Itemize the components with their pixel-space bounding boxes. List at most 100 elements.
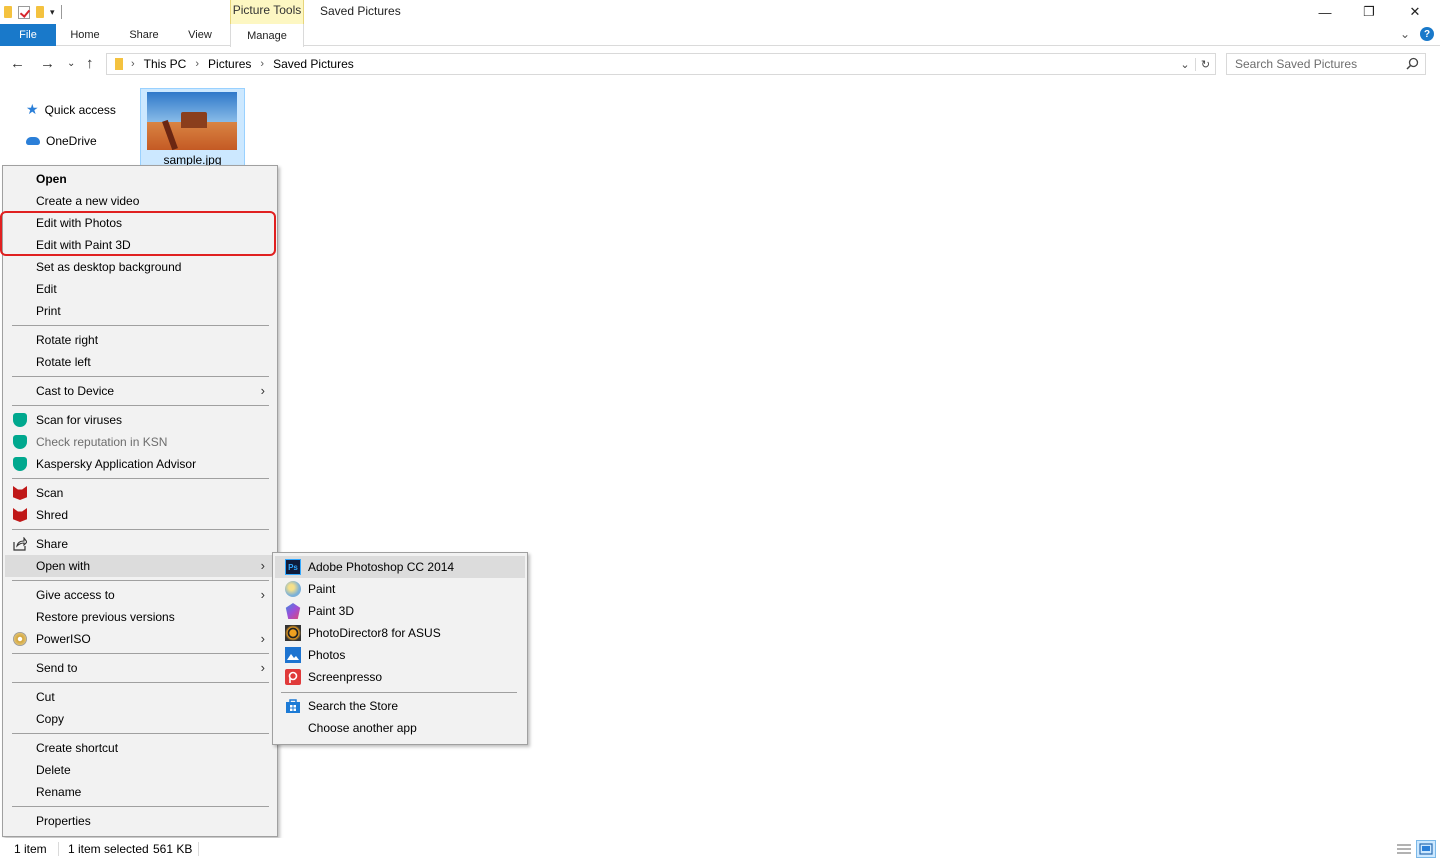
menu-properties[interactable]: Properties xyxy=(5,810,275,832)
menu-print[interactable]: Print xyxy=(5,300,275,322)
menu-open[interactable]: Open xyxy=(5,168,275,190)
chevron-right-icon: › xyxy=(260,383,265,398)
menu-restore-previous-versions[interactable]: Restore previous versions xyxy=(5,606,275,628)
minimize-button[interactable]: — xyxy=(1302,0,1348,24)
ribbon: File Home Share View Manage ⌄ ? xyxy=(0,24,1440,47)
menu-set-desktop-background[interactable]: Set as desktop background xyxy=(5,256,275,278)
recent-locations-icon[interactable]: ⌄ xyxy=(67,58,75,69)
breadcrumb-pictures[interactable]: Pictures xyxy=(208,57,251,71)
chevron-right-icon: › xyxy=(260,631,265,646)
submenu-label: Paint 3D xyxy=(308,604,355,618)
menu-create-video[interactable]: Create a new video xyxy=(5,190,275,212)
kaspersky-shield-icon xyxy=(13,413,27,427)
menu-separator xyxy=(12,682,269,683)
search-placeholder: Search Saved Pictures xyxy=(1235,57,1358,71)
file-item-selected[interactable]: sample.jpg xyxy=(140,88,245,167)
chevron-right-icon[interactable]: › xyxy=(195,58,199,70)
submenu-label: Photos xyxy=(308,648,346,662)
nav-item-label: Quick access xyxy=(44,102,116,117)
status-item-count: 1 item xyxy=(14,842,47,856)
nav-item-label: OneDrive xyxy=(46,134,97,148)
menu-copy[interactable]: Copy xyxy=(5,708,275,730)
menu-cast-to-device[interactable]: Cast to Device › xyxy=(5,380,275,402)
qat-separator xyxy=(60,5,62,19)
menu-poweriso[interactable]: PowerISO › xyxy=(5,628,275,650)
tab-manage[interactable]: Manage xyxy=(230,24,304,47)
up-arrow-icon[interactable]: ↑ xyxy=(86,55,94,72)
menu-label: Properties xyxy=(36,814,91,828)
submenu-choose-another-app[interactable]: Choose another app xyxy=(275,717,525,739)
menu-rename[interactable]: Rename xyxy=(5,781,275,803)
submenu-paint[interactable]: Paint xyxy=(275,578,525,600)
menu-label: Copy xyxy=(36,712,65,726)
menu-separator xyxy=(12,478,269,479)
menu-label: Kaspersky Application Advisor xyxy=(36,457,197,471)
submenu-photos[interactable]: Photos xyxy=(275,644,525,666)
submenu-paint3d[interactable]: Paint 3D xyxy=(275,600,525,622)
folder-icon xyxy=(115,58,123,70)
submenu-label: Choose another app xyxy=(308,721,417,735)
menu-open-with[interactable]: Open with › xyxy=(5,555,275,577)
tab-view[interactable]: View xyxy=(176,24,224,46)
chevron-right-icon: › xyxy=(260,587,265,602)
menu-share[interactable]: Share xyxy=(5,533,275,555)
menu-label: Scan for viruses xyxy=(36,413,123,427)
menu-give-access-to[interactable]: Give access to › xyxy=(5,584,275,606)
folder-icon xyxy=(4,6,12,18)
search-input[interactable]: Search Saved Pictures xyxy=(1226,53,1426,75)
cloud-icon xyxy=(26,137,40,145)
status-selected: 1 item selected xyxy=(68,842,149,856)
tab-share[interactable]: Share xyxy=(118,24,170,46)
collapse-ribbon-icon[interactable]: ⌄ xyxy=(1400,27,1410,41)
menu-cut[interactable]: Cut xyxy=(5,686,275,708)
context-menu: Open Create a new video Edit with Photos… xyxy=(2,165,278,837)
new-folder-icon[interactable] xyxy=(36,6,44,18)
submenu-label: Screenpresso xyxy=(308,670,383,684)
menu-label: Send to xyxy=(36,661,78,675)
chevron-right-icon[interactable]: › xyxy=(131,58,135,70)
nav-quick-access[interactable]: ★ Quick access xyxy=(26,101,116,118)
address-bar[interactable]: › This PC › Pictures › Saved Pictures ⌄ … xyxy=(106,53,1216,75)
address-dropdown-icon[interactable]: ⌄ xyxy=(1175,58,1195,71)
submenu-photoshop[interactable]: Ps Adobe Photoshop CC 2014 xyxy=(275,556,525,578)
submenu-label: PhotoDirector8 for ASUS xyxy=(308,626,441,640)
tab-file[interactable]: File xyxy=(0,24,56,46)
menu-shred[interactable]: Shred xyxy=(5,504,275,526)
submenu-screenpresso[interactable]: Screenpresso xyxy=(275,666,525,688)
tab-home[interactable]: Home xyxy=(60,24,110,46)
menu-check-reputation-ksn[interactable]: Check reputation in KSN xyxy=(5,431,275,453)
menu-rotate-left[interactable]: Rotate left xyxy=(5,351,275,373)
restore-button[interactable]: ❐ xyxy=(1346,0,1392,24)
ribbon-controls: ⌄ ? xyxy=(1400,27,1434,41)
chevron-right-icon[interactable]: › xyxy=(260,58,264,70)
menu-create-shortcut[interactable]: Create shortcut xyxy=(5,737,275,759)
menu-scan[interactable]: Scan xyxy=(5,482,275,504)
menu-delete[interactable]: Delete xyxy=(5,759,275,781)
submenu-photodirector[interactable]: PhotoDirector8 for ASUS xyxy=(275,622,525,644)
help-icon[interactable]: ? xyxy=(1420,27,1434,41)
details-view-button[interactable] xyxy=(1394,840,1414,858)
submenu-search-store[interactable]: Search the Store xyxy=(275,695,525,717)
properties-icon[interactable] xyxy=(18,5,30,19)
menu-scan-for-viruses[interactable]: Scan for viruses xyxy=(5,409,275,431)
back-arrow-icon[interactable]: ← xyxy=(10,55,25,72)
status-separator xyxy=(198,842,199,856)
menu-kaspersky-advisor[interactable]: Kaspersky Application Advisor xyxy=(5,453,275,475)
forward-arrow-icon[interactable]: → xyxy=(40,55,55,72)
nav-onedrive[interactable]: OneDrive xyxy=(26,134,97,148)
breadcrumb-saved-pictures[interactable]: Saved Pictures xyxy=(273,57,354,71)
breadcrumb-this-pc[interactable]: This PC xyxy=(144,57,187,71)
search-icon xyxy=(1406,57,1419,70)
large-icons-view-button[interactable] xyxy=(1416,840,1436,858)
customize-qat-dropdown-icon[interactable]: ▾ xyxy=(50,7,55,18)
refresh-icon[interactable]: ↻ xyxy=(1195,57,1215,71)
menu-rotate-right[interactable]: Rotate right xyxy=(5,329,275,351)
details-view-icon xyxy=(1397,844,1411,854)
photos-icon xyxy=(285,647,301,663)
menu-edit[interactable]: Edit xyxy=(5,278,275,300)
submenu-label: Search the Store xyxy=(308,699,399,713)
status-size: 561 KB xyxy=(153,842,193,856)
menu-send-to[interactable]: Send to › xyxy=(5,657,275,679)
close-button[interactable]: ✕ xyxy=(1392,0,1438,24)
star-icon: ★ xyxy=(26,101,39,117)
